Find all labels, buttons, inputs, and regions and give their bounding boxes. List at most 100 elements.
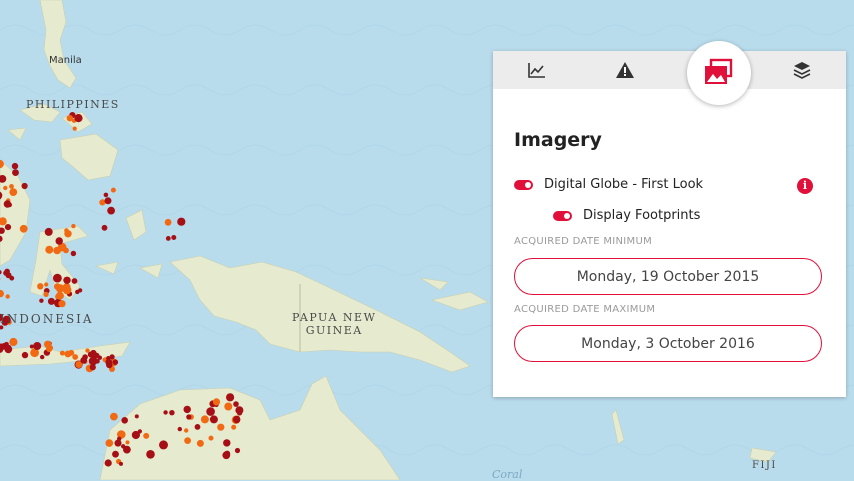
- fire-point: [53, 274, 62, 283]
- date-max-label: ACQUIRED DATE MAXIMUM: [514, 304, 655, 315]
- fire-point: [233, 416, 240, 423]
- date-min-label: ACQUIRED DATE MINIMUM: [514, 236, 652, 247]
- fire-point: [184, 428, 188, 432]
- label-fiji: FIJI: [752, 459, 777, 472]
- date-max-field[interactable]: Monday, 3 October 2016: [514, 325, 822, 362]
- fire-point: [22, 183, 28, 189]
- fire-point: [106, 439, 114, 447]
- fire-point: [169, 410, 174, 415]
- fire-point: [6, 294, 10, 298]
- fire-point: [33, 342, 41, 350]
- fire-point: [178, 427, 182, 431]
- fire-point: [74, 114, 82, 122]
- panel-tab-bar: [493, 51, 846, 89]
- fire-point: [48, 298, 55, 305]
- fire-point: [4, 200, 11, 207]
- label-philippines: PHILIPPINES: [26, 98, 120, 111]
- fire-point: [67, 115, 73, 121]
- fire-point: [217, 424, 224, 431]
- fire-point: [68, 350, 74, 356]
- date-min-field[interactable]: Monday, 19 October 2015: [514, 258, 822, 295]
- fire-point: [4, 345, 12, 353]
- fire-point: [40, 355, 44, 359]
- fire-point: [53, 247, 61, 255]
- fire-point: [75, 290, 79, 294]
- fire-point: [113, 359, 119, 365]
- tab-chart[interactable]: [493, 51, 581, 89]
- layers-icon: [793, 61, 811, 79]
- tab-imagery[interactable]: [687, 41, 751, 105]
- line-chart-icon: [528, 62, 546, 78]
- fire-point: [9, 338, 17, 346]
- fire-point: [111, 188, 116, 193]
- fire-point: [12, 163, 18, 169]
- fire-point: [107, 207, 115, 215]
- fire-point: [195, 424, 201, 430]
- fire-point: [80, 357, 87, 364]
- fire-point: [63, 277, 70, 284]
- fire-point: [5, 224, 11, 230]
- fire-point: [224, 403, 232, 411]
- fire-point: [44, 282, 48, 286]
- fire-point: [171, 235, 176, 240]
- fire-point: [226, 393, 234, 401]
- warning-icon: [616, 62, 634, 78]
- fire-point: [105, 197, 112, 204]
- fire-point: [163, 410, 167, 414]
- fire-point: [165, 219, 172, 226]
- fire-point: [104, 193, 109, 198]
- fire-point: [231, 425, 236, 430]
- fire-point: [72, 278, 78, 284]
- fire-point: [210, 415, 218, 423]
- fire-point: [56, 237, 63, 244]
- fire-point: [177, 218, 185, 226]
- label-papua-new-guinea: PAPUA NEW GUINEA: [292, 311, 376, 337]
- panel-title: Imagery: [514, 129, 602, 151]
- fire-point: [119, 462, 123, 466]
- fire-point: [235, 448, 240, 453]
- fire-point: [56, 292, 64, 300]
- fire-point: [115, 440, 122, 447]
- fire-point: [110, 413, 118, 421]
- fire-point: [206, 407, 215, 416]
- fire-point: [126, 440, 130, 444]
- fire-point: [201, 415, 209, 423]
- label-png-line1: PAPUA NEW: [292, 311, 376, 324]
- tab-alerts[interactable]: [581, 51, 669, 89]
- fire-point: [224, 451, 230, 457]
- fire-point: [184, 437, 191, 444]
- fire-point: [39, 299, 43, 303]
- footprints-toggle-switch[interactable]: [553, 211, 572, 221]
- fire-point: [45, 228, 53, 236]
- fire-point: [37, 283, 43, 289]
- info-icon[interactable]: i: [797, 178, 813, 194]
- fire-point: [22, 352, 28, 358]
- fire-point: [121, 444, 125, 448]
- fire-point: [56, 284, 64, 292]
- fire-point: [213, 398, 220, 405]
- label-manila: Manila: [49, 55, 82, 66]
- label-coral-sea: Coral: [492, 468, 522, 481]
- fire-point: [143, 433, 149, 439]
- analysis-panel: Imagery Digital Globe - First Look i Dis…: [493, 51, 846, 397]
- fire-point: [90, 350, 96, 356]
- fire-point: [197, 440, 204, 447]
- fire-point: [12, 169, 19, 176]
- fire-point: [121, 417, 128, 424]
- fire-point: [102, 225, 108, 231]
- fire-point: [233, 401, 239, 407]
- fire-point: [186, 414, 191, 419]
- label-indonesia: INDONESIA: [0, 313, 94, 326]
- fire-point: [159, 440, 168, 449]
- fire-point: [71, 251, 76, 256]
- fire-point: [9, 188, 17, 196]
- layer-toggle-row: Digital Globe - First Look: [514, 177, 703, 192]
- fire-point: [73, 127, 77, 131]
- fire-point: [184, 406, 191, 413]
- fire-point: [60, 351, 65, 356]
- tab-layers[interactable]: [758, 51, 846, 89]
- layer-toggle-switch[interactable]: [514, 180, 533, 190]
- layer-toggle-label: Digital Globe - First Look: [544, 177, 703, 192]
- fire-point: [44, 292, 49, 297]
- fire-point: [110, 354, 115, 359]
